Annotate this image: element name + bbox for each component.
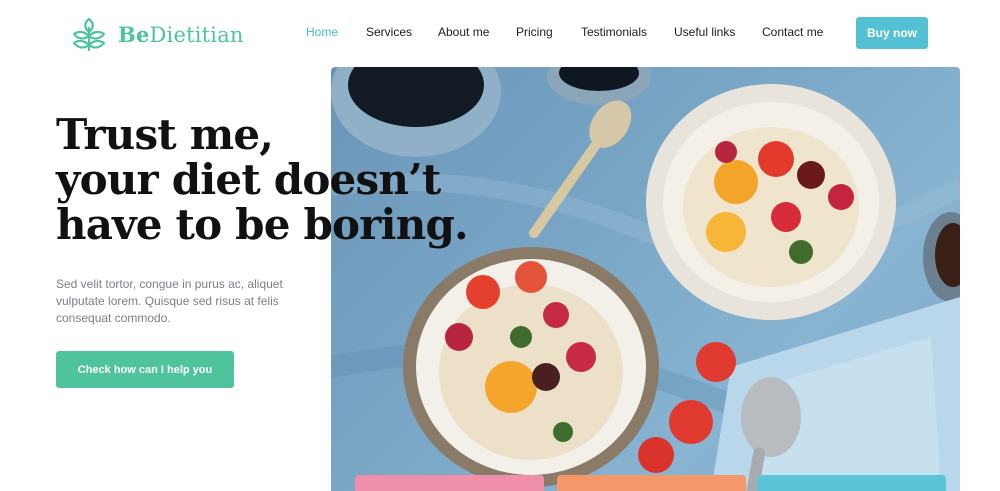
hero-description: Sed velit tortor, congue in purus ac, al… <box>56 277 283 325</box>
service-card-orange[interactable] <box>557 475 746 491</box>
service-card-pink[interactable] <box>355 475 544 491</box>
nav-about-me[interactable]: About me <box>438 25 489 39</box>
service-card-blue[interactable] <box>757 475 946 491</box>
nav-contact-me[interactable]: Contact me <box>762 25 823 39</box>
check-help-button[interactable]: Check how can I help you <box>56 351 234 388</box>
headline-line-1: Trust me, <box>56 110 274 159</box>
headline-line-2: your diet doesn’t <box>56 155 441 204</box>
nav-services[interactable]: Services <box>366 25 412 39</box>
nav-pricing[interactable]: Pricing <box>516 25 553 39</box>
nav-testimonials[interactable]: Testimonials <box>581 25 647 39</box>
nav-useful-links[interactable]: Useful links <box>674 25 735 39</box>
hero-headline: Trust me, your diet doesn’t have to be b… <box>56 110 469 249</box>
headline-line-3: have to be boring. <box>56 200 469 249</box>
buy-now-button[interactable]: Buy now <box>856 17 928 49</box>
nav-home[interactable]: Home <box>306 25 338 39</box>
main-nav: Home Services About me Pricing Testimoni… <box>0 25 1000 41</box>
